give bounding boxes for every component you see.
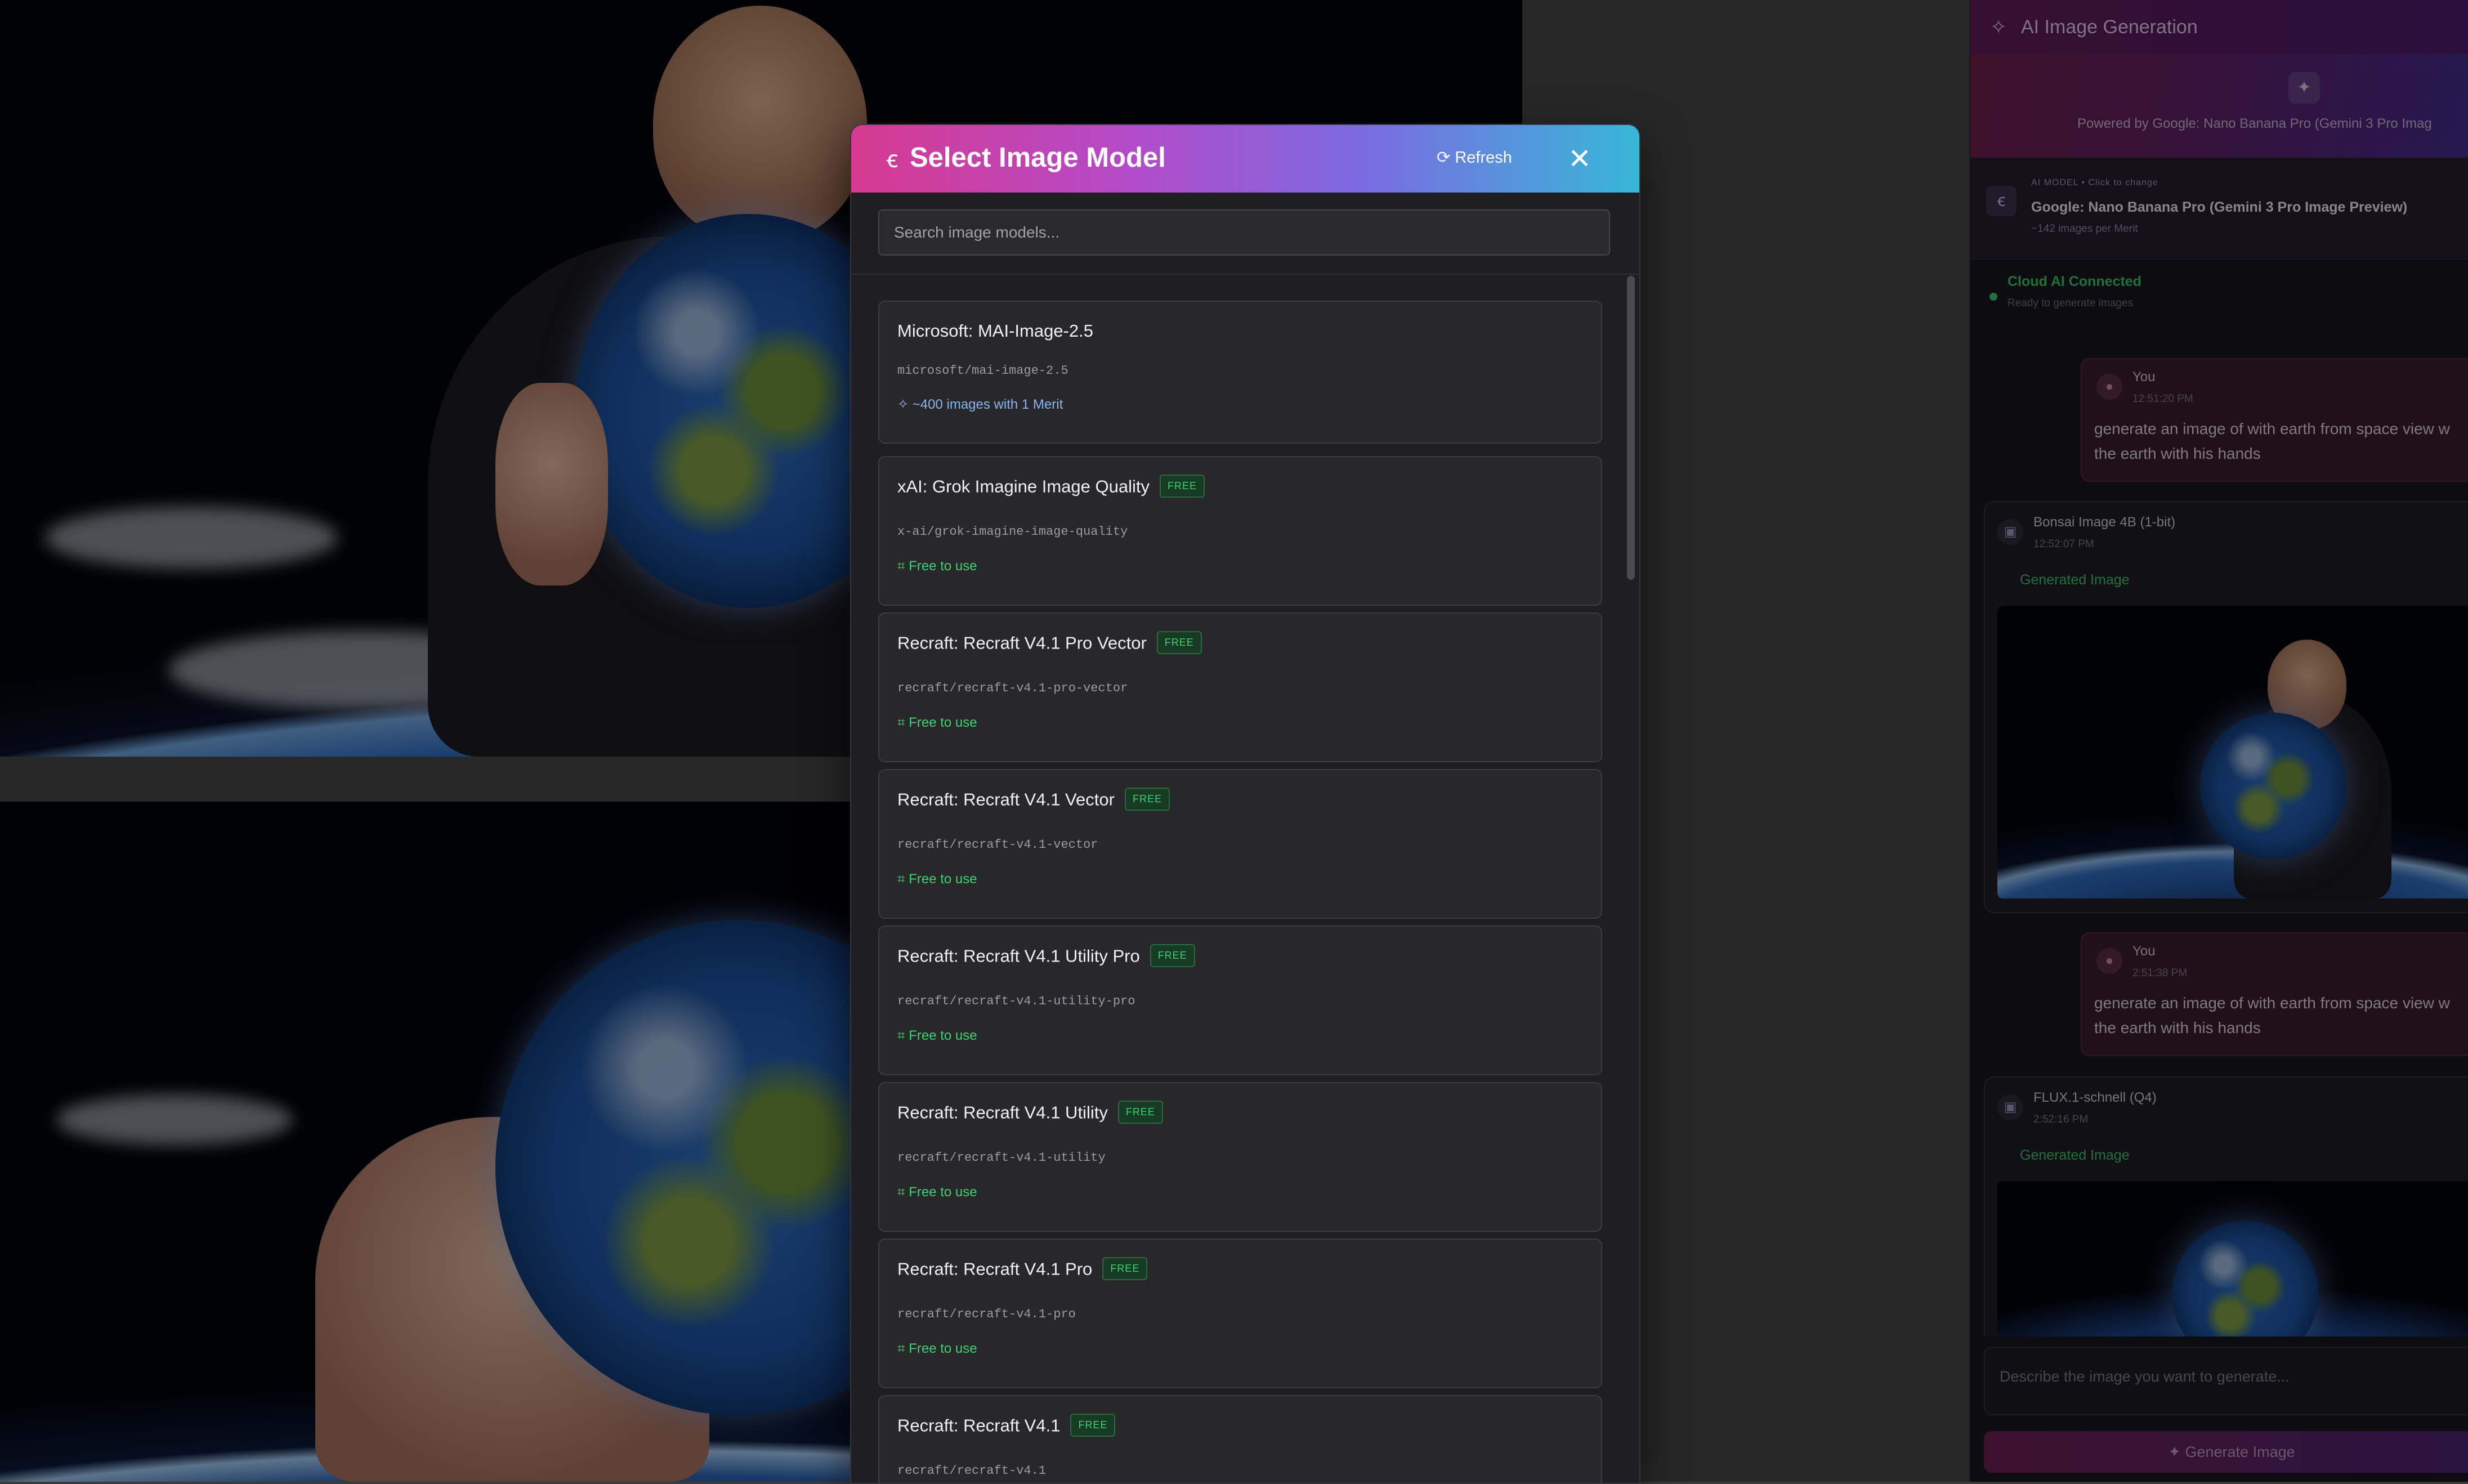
model-slug: microsoft/mai-image-2.5 — [897, 364, 1068, 378]
model-card[interactable]: Recraft: Recraft V4.1 FREE recraft/recraft… — [878, 1395, 1602, 1483]
search-input[interactable] — [879, 211, 1609, 254]
availability-text: Free to use — [909, 1028, 977, 1043]
model-name: Recraft: Recraft V4.1 Pro Vector FREE — [897, 631, 1202, 656]
model-name-text: Recraft: Recraft V4.1 Pro — [897, 1259, 1093, 1279]
gift-icon: ⌗ — [897, 1028, 909, 1043]
free-badge: FREE — [1070, 1414, 1116, 1437]
model-name-text: Recraft: Recraft V4.1 Vector — [897, 789, 1115, 810]
model-slug: recraft/recraft-v4.1-vector — [897, 838, 1098, 852]
model-card[interactable]: Recraft: Recraft V4.1 Vector FREE recraft/… — [878, 769, 1602, 919]
model-slug: recraft/recraft-v4.1-utility-pro — [897, 994, 1135, 1008]
sparkle-icon: ✧ — [897, 397, 913, 412]
availability-text: ~400 images with 1 Merit — [912, 397, 1063, 412]
modal-title: Select Image Model — [910, 142, 1166, 173]
image-model-icon: ꞓ — [886, 146, 898, 172]
model-card[interactable]: Microsoft: MAI-Image-2.5 microsoft/mai-im… — [878, 301, 1602, 444]
model-availability: ⌗ Free to use — [897, 1028, 977, 1044]
free-badge: FREE — [1156, 631, 1202, 654]
availability-text: Free to use — [909, 558, 977, 574]
model-name-text: xAI: Grok Imagine Image Quality — [897, 476, 1150, 497]
model-name-text: Recraft: Recraft V4.1 Pro Vector — [897, 633, 1147, 653]
model-card[interactable]: Recraft: Recraft V4.1 Utility FREE recraft… — [878, 1082, 1602, 1232]
model-slug: recraft/recraft-v4.1-pro — [897, 1307, 1076, 1321]
model-name: xAI: Grok Imagine Image Quality FREE — [897, 475, 1205, 499]
model-slug: recraft/recraft-v4.1-utility — [897, 1151, 1106, 1165]
model-availability: ⌗ Free to use — [897, 871, 977, 887]
search-box[interactable] — [878, 209, 1610, 256]
select-image-model-modal: ꞓ Select Image Model ⟳ Refresh ✕ Microso… — [850, 124, 1640, 1484]
gift-icon: ⌗ — [897, 1341, 909, 1356]
model-availability: ⌗ Free to use — [897, 558, 977, 574]
model-card[interactable]: Recraft: Recraft V4.1 Pro FREE recraft/rec… — [878, 1239, 1602, 1388]
model-name-text: Recraft: Recraft V4.1 Utility — [897, 1102, 1108, 1123]
model-name: Recraft: Recraft V4.1 Utility Pro FREE — [897, 944, 1195, 969]
model-name-text: Microsoft: MAI-Image-2.5 — [897, 321, 1093, 341]
model-name-text: Recraft: Recraft V4.1 Utility Pro — [897, 946, 1140, 966]
model-name: Recraft: Recraft V4.1 Pro FREE — [897, 1257, 1148, 1282]
free-badge: FREE — [1124, 788, 1170, 811]
modal-header: ꞓ Select Image Model ⟳ Refresh ✕ — [851, 125, 1639, 193]
refresh-icon: ⟳ — [1437, 149, 1455, 167]
model-name-text: Recraft: Recraft V4.1 — [897, 1415, 1061, 1436]
availability-text: Free to use — [909, 1184, 977, 1200]
availability-text: Free to use — [909, 715, 977, 730]
model-list[interactable]: Microsoft: MAI-Image-2.5 microsoft/mai-im… — [851, 275, 1639, 1483]
close-icon[interactable]: ✕ — [1562, 141, 1598, 177]
model-name: Recraft: Recraft V4.1 Utility FREE — [897, 1101, 1163, 1125]
availability-text: Free to use — [909, 871, 977, 887]
model-card[interactable]: Recraft: Recraft V4.1 Utility Pro FREE rec… — [878, 926, 1602, 1075]
free-badge: FREE — [1150, 944, 1195, 967]
scrollbar-thumb[interactable] — [1627, 276, 1635, 580]
model-availability: ⌗ Free to use — [897, 715, 977, 731]
model-slug: x-ai/grok-imagine-image-quality — [897, 525, 1128, 539]
free-badge: FREE — [1117, 1101, 1163, 1124]
free-badge: FREE — [1159, 475, 1205, 498]
model-slug: recraft/recraft-v4.1-pro-vector — [897, 681, 1128, 695]
model-name: Recraft: Recraft V4.1 FREE — [897, 1414, 1116, 1438]
model-card[interactable]: xAI: Grok Imagine Image Quality FREE x-ai/… — [878, 456, 1602, 606]
model-availability: ✧ ~400 images with 1 Merit — [897, 396, 1063, 413]
model-name: Recraft: Recraft V4.1 Vector FREE — [897, 788, 1170, 812]
refresh-button[interactable]: ⟳ Refresh — [1437, 147, 1512, 167]
gift-icon: ⌗ — [897, 558, 909, 574]
model-availability: ⌗ Free to use — [897, 1341, 977, 1357]
model-name: Microsoft: MAI-Image-2.5 — [897, 321, 1093, 341]
model-slug: recraft/recraft-v4.1 — [897, 1464, 1047, 1478]
gift-icon: ⌗ — [897, 871, 909, 887]
refresh-label: Refresh — [1455, 149, 1512, 167]
free-badge: FREE — [1102, 1257, 1148, 1280]
gift-icon: ⌗ — [897, 1184, 909, 1200]
availability-text: Free to use — [909, 1341, 977, 1356]
model-availability: ⌗ Free to use — [897, 1184, 977, 1200]
model-card[interactable]: Recraft: Recraft V4.1 Pro Vector FREE recr… — [878, 613, 1602, 762]
gift-icon: ⌗ — [897, 715, 909, 730]
